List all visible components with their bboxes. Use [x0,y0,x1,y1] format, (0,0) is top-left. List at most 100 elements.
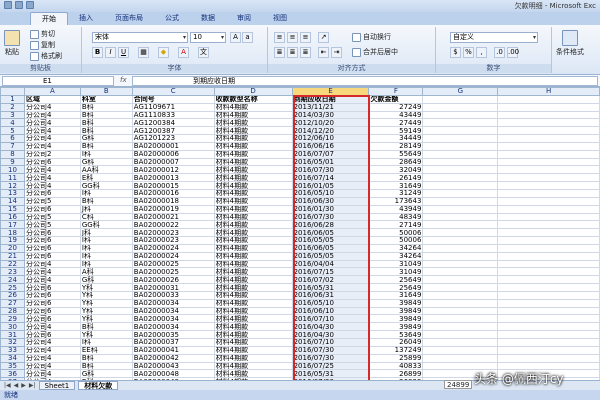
cell-A12[interactable]: 分公司4 [23,181,81,190]
cell-H3[interactable] [497,110,600,120]
cell-C9[interactable]: BA02000007 [131,157,215,167]
cell-E10[interactable]: 2016/07/30 [291,165,370,175]
cell-E8[interactable]: 2016/07/07 [291,149,370,159]
underline-icon[interactable]: U [118,47,129,58]
row-header[interactable]: 22 [0,259,25,269]
row-header[interactable]: 7 [0,141,25,151]
cell-D4[interactable]: 材料4期款 [213,118,293,128]
cell-G26[interactable] [422,290,499,300]
cell-F13[interactable]: 31249 [368,188,424,198]
cell-B15[interactable]: J科 [79,204,133,214]
cell-A6[interactable]: 分公司4 [23,134,81,143]
cell-C26[interactable]: BA02000033 [131,290,215,300]
row-header[interactable]: 15 [0,204,25,214]
cell-B13[interactable]: I科 [79,188,133,198]
cell-B20[interactable]: I科 [79,243,133,253]
cell-H10[interactable] [497,165,600,175]
undo-icon[interactable] [15,1,23,9]
cell-D33[interactable]: 材料4期款 [213,345,293,355]
cell-G18[interactable] [422,228,499,238]
cell-A11[interactable]: 分公司4 [23,173,81,183]
cell-B31[interactable]: Y科 [79,330,133,339]
cell-D30[interactable]: 材料4期款 [213,322,293,332]
cell-D8[interactable]: 材料4期款 [213,149,293,159]
cell-A10[interactable]: 分公司4 [23,165,81,175]
cell-H19[interactable] [497,236,600,245]
tab-3[interactable]: 公式 [154,12,190,25]
cell-D29[interactable]: 材料4期款 [213,314,293,324]
redo-icon[interactable] [26,1,34,9]
cell-A16[interactable]: 分公司5 [23,212,81,222]
cut-button[interactable]: 剪切 [30,29,55,39]
row-header[interactable]: 5 [0,126,25,136]
cell-A36[interactable]: 分公司4 [23,369,81,379]
cell-D7[interactable]: 材料4期款 [213,141,293,151]
cell-F19[interactable]: 50006 [368,236,424,245]
cell-G9[interactable] [422,157,499,167]
cell-C17[interactable]: BA02000022 [131,220,215,230]
row-header[interactable]: 8 [0,149,25,159]
align-right-icon[interactable]: ≣ [300,47,311,58]
cell-F18[interactable]: 50006 [368,228,424,238]
cell-E20[interactable]: 2016/06/05 [291,243,370,253]
cell-E35[interactable]: 2016/07/25 [291,361,370,371]
cell-B2[interactable]: B科 [79,102,133,112]
tab-6[interactable]: 视图 [262,12,298,25]
cell-F4[interactable]: 27449 [368,118,424,128]
cell-F25[interactable]: 25649 [368,283,424,292]
cell-E15[interactable]: 2016/01/30 [291,204,370,214]
cell-E30[interactable]: 2016/04/30 [291,322,370,332]
cell-G6[interactable] [422,134,499,143]
cell-F26[interactable]: 31649 [368,290,424,300]
select-all-corner[interactable] [0,87,25,96]
cell-A8[interactable]: 分公司2 [23,149,81,159]
cell-G1[interactable] [422,94,499,104]
cell-G5[interactable] [422,126,499,136]
cell-E29[interactable]: 2016/07/10 [291,314,370,324]
row-header[interactable]: 36 [0,369,25,379]
cell-A19[interactable]: 分公司6 [23,236,81,245]
cell-A3[interactable]: 分公司4 [23,110,81,120]
row-header[interactable]: 13 [0,188,25,198]
cell-B33[interactable]: EE科 [79,345,133,355]
cell-G20[interactable] [422,243,499,253]
cell-D34[interactable]: 材料4期款 [213,353,293,363]
cell-F30[interactable]: 39849 [368,322,424,332]
cell-H31[interactable] [497,330,600,339]
cell-A14[interactable]: 分公司5 [23,196,81,206]
cell-F10[interactable]: 32049 [368,165,424,175]
row-header[interactable]: 2 [0,102,25,112]
cell-D1[interactable]: 收款款型名称 [213,94,293,104]
cell-F17[interactable]: 27149 [368,220,424,230]
cell-D36[interactable]: 材料4期款 [213,369,293,379]
cell-E16[interactable]: 2016/07/30 [291,212,370,222]
cell-D16[interactable]: 材料4期款 [213,212,293,222]
cell-D9[interactable]: 材料4期款 [213,157,293,167]
cell-D26[interactable]: 材料4期款 [213,290,293,300]
row-header[interactable]: 3 [0,110,25,120]
cell-A13[interactable]: 分公司6 [23,188,81,198]
cell-C4[interactable]: AG1200384 [131,118,215,128]
cell-B6[interactable]: G科 [79,134,133,143]
cell-C31[interactable]: BA02000035 [131,330,215,339]
cell-D10[interactable]: 材料4期款 [213,165,293,175]
cell-A33[interactable]: 分公司4 [23,345,81,355]
cell-E34[interactable]: 2016/07/30 [291,353,370,363]
cell-B22[interactable]: I科 [79,259,133,269]
shrink-font-icon[interactable]: a [242,32,253,43]
cell-A27[interactable]: 分公司6 [23,298,81,308]
cell-A34[interactable]: 分公司4 [23,353,81,363]
cell-G22[interactable] [422,259,499,269]
cell-C20[interactable]: BA02000024 [131,243,215,253]
column-header-D[interactable]: D [213,87,293,96]
copy-button[interactable]: 复制 [30,40,55,50]
sheet-tab-2[interactable]: 材料欠款 [78,381,119,390]
cell-D23[interactable]: 材料4期款 [213,267,293,277]
row-header[interactable]: 25 [0,283,25,292]
cell-G29[interactable] [422,314,499,324]
cell-H8[interactable] [497,149,600,159]
cell-G32[interactable] [422,338,499,347]
prev-sheet-icon[interactable]: ◀ [14,382,19,389]
cell-H1[interactable] [497,94,600,104]
cell-B21[interactable]: I科 [79,251,133,261]
